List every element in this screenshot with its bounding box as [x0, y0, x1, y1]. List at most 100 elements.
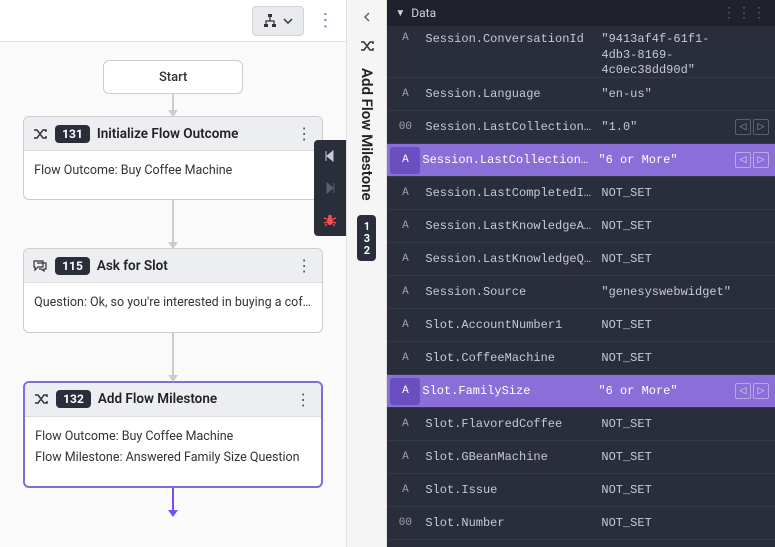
flow-canvas-panel: ⋮ Start 131 Initialize Flow Outcome ⋮ Fl… — [0, 0, 347, 547]
type-icon: A — [390, 147, 420, 174]
debug-button[interactable] — [314, 204, 346, 236]
data-row[interactable]: ASlot.IssueNOT_SET — [387, 474, 775, 507]
data-row[interactable]: ASlot.FamilySize"6 or More"◁▷ — [387, 375, 775, 408]
node-title: Ask for Slot — [97, 258, 287, 274]
type-icon: A — [387, 286, 423, 298]
data-row[interactable]: 00Slot.NumberNOT_SET — [387, 507, 775, 540]
data-key: Session.LastKnowledgeQu… — [423, 252, 591, 266]
data-row[interactable]: ASession.LastCompletedIn…NOT_SET — [387, 177, 775, 210]
node-header: 115 Ask for Slot ⋮ — [24, 249, 322, 283]
data-value: "6 or More" — [588, 153, 731, 167]
type-icon: A — [387, 319, 423, 331]
node-line: Flow Milestone: Answered Family Size Que… — [35, 447, 311, 468]
prev-button[interactable]: ◁ — [735, 383, 751, 399]
type-icon: A — [387, 484, 423, 496]
drag-handle-icon[interactable]: ⋮⋮⋮ — [722, 5, 767, 21]
data-value: NOT_SET — [591, 450, 731, 464]
data-row[interactable]: ASlot.GBeanMachineNOT_SET — [387, 441, 775, 474]
data-row[interactable]: ASession.Source"genesyswebwidget" — [387, 276, 775, 309]
data-value: NOT_SET — [591, 252, 731, 266]
data-value: "9413af4f-61f1-4db3-8169-4c0ec38dd90d" — [591, 32, 731, 79]
data-panel: ▼ Data ⋮⋮⋮ A Session.ConversationId"9413a… — [387, 0, 775, 547]
canvas-menu-icon[interactable]: ⋮ — [312, 10, 338, 31]
layout-dropdown[interactable] — [252, 6, 304, 36]
data-value: NOT_SET — [591, 417, 731, 431]
data-row[interactable]: ASession.LastKnowledgeAn…NOT_SET — [387, 210, 775, 243]
data-value: NOT_SET — [591, 318, 731, 332]
node-menu-icon[interactable]: ⋮ — [293, 390, 313, 409]
data-nav: ◁▷ — [731, 152, 775, 168]
node-body: Flow Outcome: Buy Coffee Machine — [24, 151, 322, 199]
node-line: Flow Outcome: Buy Coffee Machine — [34, 160, 312, 181]
node-title: Add Flow Milestone — [98, 391, 286, 407]
data-value: "genesyswebwidget" — [591, 285, 731, 299]
type-icon: 00 — [387, 517, 423, 529]
node-header: 131 Initialize Flow Outcome ⋮ — [24, 117, 322, 151]
step-forward-button[interactable] — [314, 172, 346, 204]
type-icon: 00 — [387, 121, 423, 133]
data-key: Session.LastCollectionC… — [423, 120, 591, 134]
data-panel-title: Data — [411, 6, 436, 20]
step-back-button[interactable] — [314, 140, 346, 172]
tree-icon — [263, 14, 277, 28]
data-key: Slot.FlavoredCoffee — [423, 417, 591, 431]
node-header: 132 Add Flow Milestone ⋮ — [25, 383, 321, 417]
connector — [172, 333, 174, 381]
data-rows[interactable]: A Session.ConversationId"9413af4f-61f1-4d… — [387, 26, 775, 547]
data-key: Session.ConversationId — [423, 32, 591, 46]
start-node[interactable]: Start — [103, 60, 243, 94]
data-row[interactable]: ASlot.FlavoredCoffeeNOT_SET — [387, 408, 775, 441]
type-icon: A — [387, 88, 423, 100]
caret-down-icon: ▼ — [395, 8, 405, 19]
node-body: Flow Outcome: Buy Coffee Machine Flow Mi… — [25, 417, 321, 487]
type-icon: A — [387, 352, 423, 364]
flow-node-115[interactable]: 115 Ask for Slot ⋮ Question: Ok, so you'… — [23, 248, 323, 332]
next-button[interactable]: ▷ — [753, 383, 769, 399]
data-row[interactable]: 00Session.LastCollectionC…"1.0"◁▷ — [387, 111, 775, 144]
type-icon: A — [387, 451, 423, 463]
data-key: Slot.Issue — [423, 483, 591, 497]
flow-node-131[interactable]: 131 Initialize Flow Outcome ⋮ Flow Outco… — [23, 116, 323, 200]
data-key: Slot.Number — [423, 516, 591, 530]
data-value: NOT_SET — [591, 186, 731, 200]
prev-button[interactable]: ◁ — [735, 119, 751, 135]
node-id-badge: 132 — [56, 390, 91, 408]
start-label: Start — [159, 70, 187, 85]
data-row[interactable]: ASession.LastCollectionU…"6 or More"◁▷ — [387, 144, 775, 177]
next-button[interactable]: ▷ — [753, 152, 769, 168]
connector — [172, 94, 174, 116]
node-id-badge: 131 — [55, 125, 90, 143]
canvas-toolbar: ⋮ — [0, 0, 346, 42]
node-line: Flow Outcome: Buy Coffee Machine — [35, 426, 311, 447]
data-row[interactable]: ASlot.AccountNumber1NOT_SET — [387, 309, 775, 342]
data-key: Session.LastCollectionU… — [420, 153, 588, 167]
data-row[interactable]: ASession.Language"en-us" — [387, 78, 775, 111]
properties-badge: 132 — [357, 215, 376, 261]
chat-icon — [32, 258, 48, 274]
data-nav: ◁▷ — [731, 383, 775, 399]
data-value: NOT_SET — [591, 516, 731, 530]
shuffle-icon — [359, 38, 375, 54]
data-value: NOT_SET — [591, 351, 731, 365]
data-value: NOT_SET — [591, 483, 731, 497]
node-menu-icon[interactable]: ⋮ — [294, 256, 314, 275]
flow-canvas[interactable]: Start 131 Initialize Flow Outcome ⋮ Flow… — [0, 42, 346, 547]
type-icon: A — [387, 418, 423, 430]
node-body: Question: Ok, so you're interested in bu… — [24, 283, 322, 331]
data-row[interactable]: ASlot.CoffeeMachineNOT_SET — [387, 342, 775, 375]
data-row[interactable]: ASession.ConversationId"9413af4f-61f1-4d… — [387, 26, 775, 78]
flow-node-132[interactable]: 132 Add Flow Milestone ⋮ Flow Outcome: B… — [23, 381, 323, 489]
type-icon: A — [387, 220, 423, 232]
data-key: Slot.CoffeeMachine — [423, 351, 591, 365]
chevron-down-icon — [283, 18, 293, 24]
collapse-icon[interactable] — [360, 10, 374, 24]
data-key: Slot.GBeanMachine — [423, 450, 591, 464]
data-key: Session.LastCompletedIn… — [423, 186, 591, 200]
data-row[interactable]: ASession.LastKnowledgeQu…NOT_SET — [387, 243, 775, 276]
next-button[interactable]: ▷ — [753, 119, 769, 135]
node-id-badge: 115 — [55, 257, 90, 275]
prev-button[interactable]: ◁ — [735, 152, 751, 168]
data-panel-header[interactable]: ▼ Data ⋮⋮⋮ — [387, 0, 775, 26]
node-menu-icon[interactable]: ⋮ — [294, 124, 314, 143]
data-value: NOT_SET — [591, 219, 731, 233]
